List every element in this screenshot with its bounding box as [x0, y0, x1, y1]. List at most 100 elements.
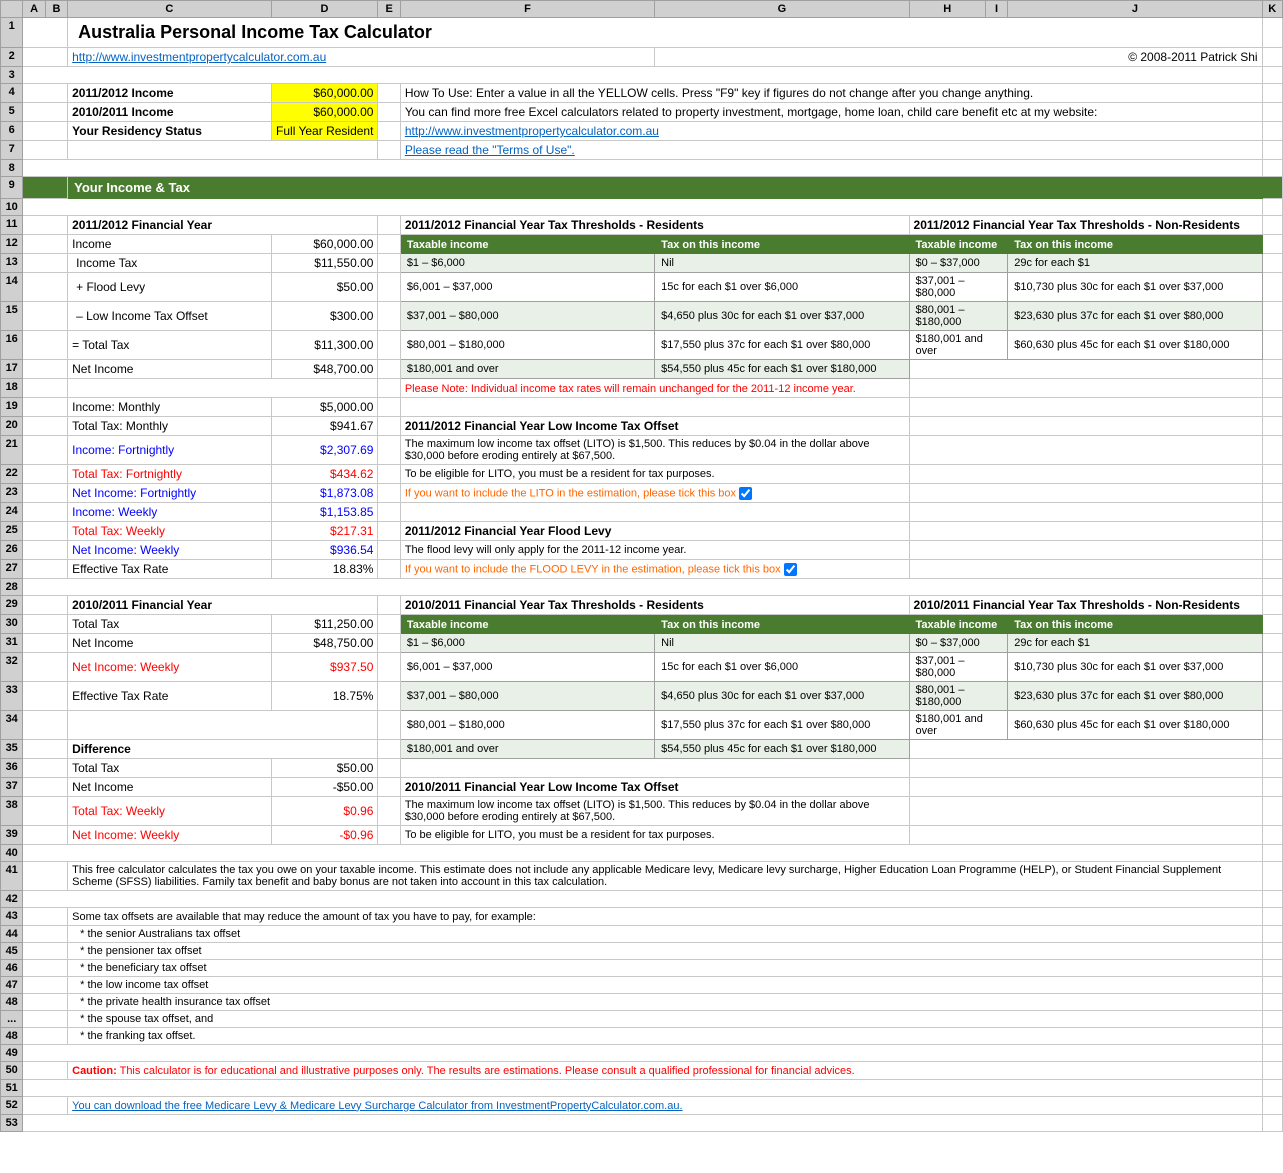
row-42: 42 — [1, 891, 23, 908]
row-10: 10 — [1, 199, 23, 216]
corner-header — [1, 1, 23, 18]
t2011r-row1-tax: 15c for each $1 over $6,000 — [661, 281, 798, 293]
fy2011-totaltax-monthly-value: $941.67 — [330, 419, 373, 433]
threshold-2010-residents-title: 2010/2011 Financial Year Tax Thresholds … — [405, 598, 704, 612]
threshold-2011-nonresidents-title: 2011/2012 Financial Year Tax Thresholds … — [914, 218, 1240, 232]
row-43: 43 — [1, 908, 23, 926]
row-44: 44 — [1, 926, 23, 943]
offset-5: * the private health insurance tax offse… — [80, 996, 270, 1008]
t2010r-row4-income: $180,001 and over — [407, 743, 499, 755]
income-2010-value[interactable]: $60,000.00 — [313, 105, 373, 119]
fy2011-income-weekly-label: Income: Weekly — [72, 505, 157, 519]
t2010r-row0-tax: Nil — [661, 637, 674, 649]
row-27: 27 — [1, 560, 23, 579]
diff-totaltax-weekly-label: Total Tax: Weekly — [72, 804, 165, 818]
t2010r-row0-income: $1 – $6,000 — [407, 637, 465, 649]
row-6: 6 — [1, 122, 23, 141]
t2011r-row0-tax: Nil — [661, 257, 674, 269]
fy2011-floodlevy-label: + Flood Levy — [76, 280, 145, 294]
threshold-nr-col1-header: Taxable income — [916, 239, 998, 251]
threshold-2010-nonresidents-title: 2010/2011 Financial Year Tax Thresholds … — [914, 598, 1240, 612]
row-offsets6: ... — [1, 1011, 23, 1028]
income-2011-value[interactable]: $60,000.00 — [313, 86, 373, 100]
fy2011-income-value: $60,000.00 — [313, 237, 373, 251]
fy2011-netincome-fortnightly-label: Net Income: Fortnightly — [72, 486, 196, 500]
t2010r-row2-tax: $4,650 plus 30c for each $1 over $37,000 — [661, 690, 864, 702]
t2011nr-row0-income: $0 – $37,000 — [916, 257, 980, 269]
how-to-link1[interactable]: http://www.investmentpropertycalculator.… — [405, 124, 659, 138]
col-a: A — [23, 1, 45, 18]
fy2011-totaltax-value: $11,300.00 — [314, 338, 373, 352]
row-26: 26 — [1, 541, 23, 560]
row-12: 12 — [1, 235, 23, 254]
fy2010-netincome-weekly-value: $937.50 — [330, 660, 373, 674]
t2010nr-col2-header: Tax on this income — [1014, 619, 1113, 631]
fy2011-lito-value: $300.00 — [330, 309, 373, 323]
col-g: G — [655, 1, 909, 18]
threshold-col2-header: Tax on this income — [661, 239, 760, 251]
t2010r-row2-income: $37,001 – $80,000 — [407, 690, 499, 702]
fy2010-header: 2010/2011 Financial Year — [72, 598, 212, 612]
row-53: 53 — [1, 1115, 23, 1132]
t2010r-row3-tax: $17,550 plus 37c for each $1 over $80,00… — [661, 719, 870, 731]
t2010r-col2-header: Tax on this income — [661, 619, 760, 631]
row-2: 2 — [1, 48, 23, 67]
row-9: 9 — [1, 177, 23, 199]
fy2011-income-monthly-label: Income: Monthly — [72, 400, 160, 414]
row-52: 52 — [1, 1097, 23, 1115]
row-15: 15 — [1, 302, 23, 331]
t2011nr-row1-tax: $10,730 plus 30c for each $1 over $37,00… — [1014, 281, 1223, 293]
t2010nr-row2-income: $80,001 – $180,000 — [916, 684, 965, 708]
row-30: 30 — [1, 615, 23, 634]
fy2011-income-label: Income — [72, 237, 111, 251]
t2010nr-row3-income: $180,001 and over — [916, 713, 983, 737]
offset-7: * the franking tax offset. — [80, 1030, 195, 1042]
lito-2010-title: 2010/2011 Financial Year Low Income Tax … — [405, 780, 679, 794]
fy2010-netincome-label: Net Income — [72, 636, 133, 650]
lito-2011-line1: The maximum low income tax offset (LITO)… — [405, 438, 870, 462]
fy2011-floodlevy-value: $50.00 — [337, 280, 374, 294]
row-34: 34 — [1, 711, 23, 740]
download-link[interactable]: You can download the free Medicare Levy … — [72, 1100, 682, 1112]
row-11: 11 — [1, 216, 23, 235]
t2010r-row1-tax: 15c for each $1 over $6,000 — [661, 661, 798, 673]
flood-levy-checkbox[interactable] — [784, 563, 797, 576]
fy2011-income-weekly-value: $1,153.85 — [320, 505, 373, 519]
fy2010-effective-tax-value: 18.75% — [333, 689, 374, 703]
fy2010-totaltax-label: Total Tax — [72, 617, 119, 631]
row-13: 13 — [1, 254, 23, 273]
fy2011-totaltax-fortnightly-value: $434.62 — [330, 467, 373, 481]
section-header: Your Income & Tax — [74, 180, 190, 195]
fy2011-netincome-fortnightly-value: $1,873.08 — [320, 486, 373, 500]
row-41: 41 — [1, 862, 23, 891]
residency-value[interactable]: Full Year Resident — [276, 124, 373, 138]
lito-2011-checkbox[interactable] — [739, 487, 752, 500]
row-18: 18 — [1, 379, 23, 398]
row-48b: 48 — [1, 1028, 23, 1045]
row-20: 20 — [1, 417, 23, 436]
offset-4: * the low income tax offset — [80, 979, 208, 991]
offset-1: * the senior Australians tax offset — [80, 928, 240, 940]
row-35: 35 — [1, 740, 23, 759]
fy2011-totaltax-label: = Total Tax — [72, 338, 129, 352]
t2010nr-row2-tax: $23,630 plus 37c for each $1 over $80,00… — [1014, 690, 1223, 702]
row-32: 32 — [1, 653, 23, 682]
col-h: H — [909, 1, 985, 18]
t2010nr-row0-income: $0 – $37,000 — [916, 637, 980, 649]
row-16: 16 — [1, 331, 23, 360]
row-8: 8 — [1, 160, 23, 177]
row-4: 4 — [1, 84, 23, 103]
t2011r-row1-income: $6,001 – $37,000 — [407, 281, 493, 293]
website-link[interactable]: http://www.investmentpropertycalculator.… — [72, 50, 326, 64]
caution-label: Caution: — [72, 1065, 117, 1077]
diff-netincome-value: -$50.00 — [333, 780, 374, 794]
how-to-link2[interactable]: Please read the "Terms of Use". — [405, 143, 575, 157]
fy2011-incometax-label: Income Tax — [76, 256, 137, 270]
row-48: 48 — [1, 994, 23, 1011]
row-33: 33 — [1, 682, 23, 711]
row-25: 25 — [1, 522, 23, 541]
fy2010-effective-tax-label: Effective Tax Rate — [72, 689, 168, 703]
row-29: 29 — [1, 596, 23, 615]
flood-levy-checkbox-label: If you want to include the FLOOD LEVY in… — [405, 563, 784, 575]
fy2011-netincome-label: Net Income — [72, 362, 133, 376]
